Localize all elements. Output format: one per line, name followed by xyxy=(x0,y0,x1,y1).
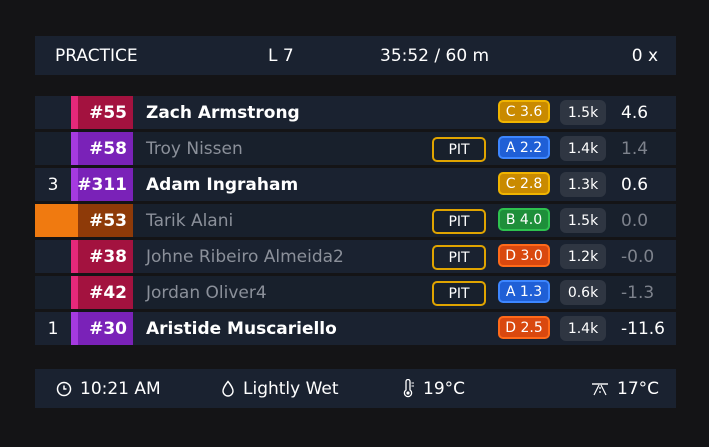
car-number: #55 xyxy=(78,96,133,129)
driver-name: Johne Ribeiro Almeida2 xyxy=(146,246,344,267)
car-number: #30 xyxy=(78,312,133,345)
driver-name: Adam Ingraham xyxy=(146,174,299,195)
standings-row: #55 Zach Armstrong C 3.6 1.5k 4.6 xyxy=(35,96,676,129)
license-badge: C 2.8 xyxy=(498,172,550,195)
irating-badge: 1.2k xyxy=(560,244,606,269)
position xyxy=(35,276,71,309)
track-temperature: 17°C xyxy=(617,378,660,399)
standings-row: #58 Troy Nissen PIT A 2.2 1.4k 1.4 xyxy=(35,132,676,165)
thermometer-icon xyxy=(403,379,414,398)
driver-name: Tarik Alani xyxy=(146,210,234,231)
car-number: #53 xyxy=(78,204,133,237)
position: 3 xyxy=(47,174,59,195)
gap-time: 0.6 xyxy=(621,174,649,195)
standings-row: #42 Jordan Oliver4 PIT A 1.3 0.6k -1.3 xyxy=(35,276,676,309)
irating-badge: 1.5k xyxy=(560,100,606,125)
session-type: PRACTICE xyxy=(55,45,138,66)
car-number: #311 xyxy=(77,168,133,201)
gap-time: 4.6 xyxy=(621,102,649,123)
pit-badge: PIT xyxy=(432,281,486,306)
gap-time: -1.3 xyxy=(621,282,655,303)
license-badge: C 3.6 xyxy=(498,100,550,123)
car-number: #38 xyxy=(78,240,133,273)
car-number: #58 xyxy=(78,132,133,165)
license-badge: D 3.0 xyxy=(498,244,550,267)
license-badge: A 1.3 xyxy=(498,280,550,303)
class-color-stripe xyxy=(71,240,78,273)
license-badge: D 2.5 xyxy=(498,316,550,339)
incident-count: 0 x xyxy=(631,45,658,66)
driver-name: Jordan Oliver4 xyxy=(146,282,267,303)
class-color-stripe xyxy=(71,132,78,165)
session-header: PRACTICE L 7 35:52 / 60 m 0 x xyxy=(35,36,676,75)
standings-row: 3 #311 Adam Ingraham C 2.8 1.3k 0.6 xyxy=(35,168,676,201)
gap-time: -11.6 xyxy=(621,318,665,339)
position xyxy=(35,204,71,237)
conditions-footer: 10:21 AM Lightly Wet 19°C 17°C xyxy=(35,369,676,408)
pit-badge: PIT xyxy=(432,209,486,234)
pit-badge: PIT xyxy=(432,137,486,162)
license-badge: B 4.0 xyxy=(498,208,550,231)
clock-icon xyxy=(56,381,72,396)
lap-counter: L 7 xyxy=(268,45,294,66)
gap-time: 1.4 xyxy=(621,138,649,159)
gap-time: 0.0 xyxy=(621,210,649,231)
irating-badge: 1.3k xyxy=(560,172,606,197)
car-number: #42 xyxy=(78,276,133,309)
class-color-stripe xyxy=(71,312,78,345)
air-temp-group: 19°C xyxy=(401,379,465,399)
clock-time: 10:21 AM xyxy=(80,378,161,399)
class-color-stripe xyxy=(71,204,78,237)
air-temperature: 19°C xyxy=(423,378,466,399)
standings-row: #53 Tarik Alani PIT B 4.0 1.5k 0.0 xyxy=(35,204,676,237)
session-time: 35:52 / 60 m xyxy=(380,45,490,66)
irating-badge: 1.5k xyxy=(560,208,606,233)
class-color-stripe xyxy=(71,276,78,309)
irating-badge: 1.4k xyxy=(560,136,606,161)
position xyxy=(35,96,71,129)
irating-badge: 1.4k xyxy=(560,316,606,341)
standings-row: #38 Johne Ribeiro Almeida2 PIT D 3.0 1.2k -0.… xyxy=(35,240,676,273)
clock-group: 10:21 AM xyxy=(56,379,161,399)
driver-name: Troy Nissen xyxy=(146,138,243,159)
water-drop-icon xyxy=(222,380,234,397)
track-state-group: Lightly Wet xyxy=(221,379,339,399)
class-color-stripe xyxy=(71,96,78,129)
track-state: Lightly Wet xyxy=(243,378,339,399)
relative-standings: #55 Zach Armstrong C 3.6 1.5k 4.6 #58 Troy Nis… xyxy=(35,96,676,348)
position: 1 xyxy=(47,318,59,339)
position xyxy=(35,132,71,165)
track-temperature-icon xyxy=(592,382,608,395)
driver-name: Aristide Muscariello xyxy=(146,318,337,339)
license-badge: A 2.2 xyxy=(498,136,550,159)
position xyxy=(35,240,71,273)
track-temp-group: 17°C xyxy=(591,379,659,399)
standings-row: 1 #30 Aristide Muscariello D 2.5 1.4k -11.6 xyxy=(35,312,676,345)
gap-time: -0.0 xyxy=(621,246,655,267)
driver-name: Zach Armstrong xyxy=(146,102,300,123)
irating-badge: 0.6k xyxy=(560,280,606,305)
pit-badge: PIT xyxy=(432,245,486,270)
